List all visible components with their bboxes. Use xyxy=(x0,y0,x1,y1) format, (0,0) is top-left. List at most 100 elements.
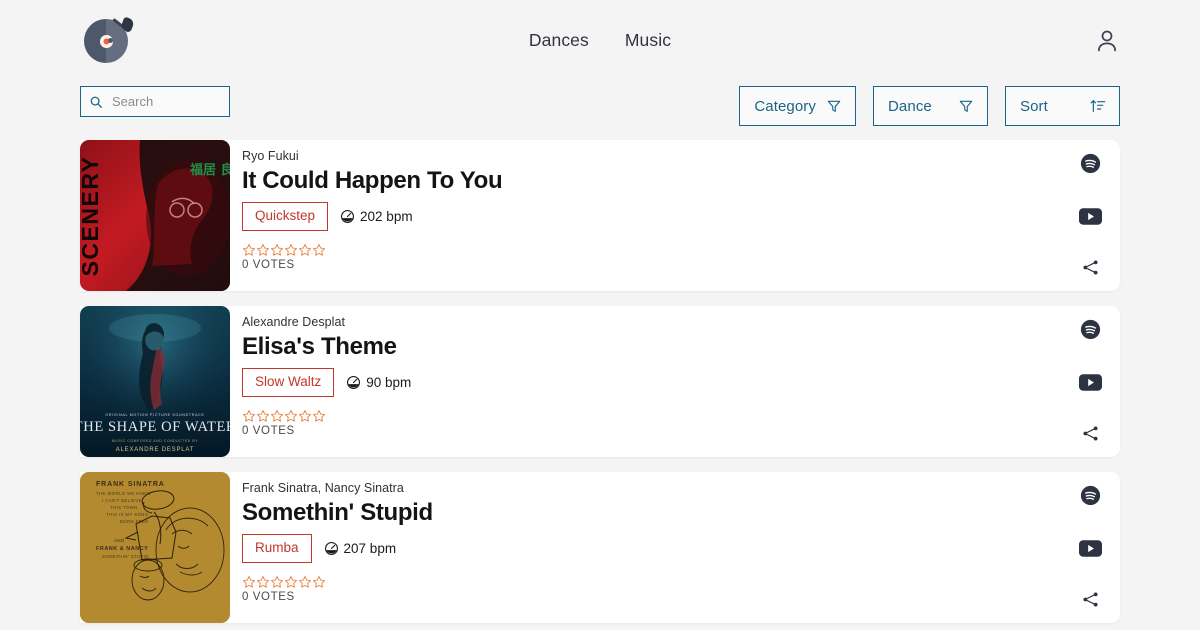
search-input[interactable] xyxy=(112,94,221,109)
song-list: SCENERY 福居 良 Ryo Fukui It Could Happen T… xyxy=(0,140,1200,623)
dance-tag[interactable]: Rumba xyxy=(242,534,312,563)
search-icon xyxy=(90,96,102,108)
song-info: Alexandre Desplat Elisa's Theme Slow Wal… xyxy=(230,306,1120,457)
bpm-value: 207 bpm xyxy=(343,540,397,556)
star-icon[interactable] xyxy=(242,409,256,423)
song-info: Frank Sinatra, Nancy Sinatra Somethin' S… xyxy=(230,472,1120,623)
metronome-icon xyxy=(347,375,361,389)
youtube-icon[interactable] xyxy=(1078,539,1102,557)
sort-ascending-icon xyxy=(1090,99,1106,112)
share-icon[interactable] xyxy=(1081,590,1100,609)
song-card: SCENERY 福居 良 Ryo Fukui It Could Happen T… xyxy=(80,140,1120,291)
song-card: ORIGINAL MOTION PICTURE SOUNDTRACK THE S… xyxy=(80,306,1120,457)
star-icon[interactable] xyxy=(298,409,312,423)
song-meta: Quickstep 202 bpm xyxy=(242,202,1120,231)
song-actions xyxy=(1070,306,1110,457)
sort-label: Sort xyxy=(1020,97,1048,115)
album-art-shape-of-water[interactable]: ORIGINAL MOTION PICTURE SOUNDTRACK THE S… xyxy=(80,306,230,457)
bpm-info: 207 bpm xyxy=(324,540,397,556)
svg-text:ORIGINAL MOTION PICTURE SOUNDT: ORIGINAL MOTION PICTURE SOUNDTRACK xyxy=(105,413,204,417)
star-icon[interactable] xyxy=(284,575,298,589)
song-title[interactable]: It Could Happen To You xyxy=(242,166,1120,196)
album-art-scenery[interactable]: SCENERY 福居 良 xyxy=(80,140,230,291)
category-filter-button[interactable]: Category xyxy=(739,86,856,126)
vinyl-record-logo[interactable] xyxy=(84,16,136,66)
svg-text:THIS TOWN: THIS TOWN xyxy=(110,505,138,510)
artist-name: Frank Sinatra, Nancy Sinatra xyxy=(242,481,404,495)
svg-text:ALEXANDRE DESPLAT: ALEXANDRE DESPLAT xyxy=(116,447,195,453)
song-meta: Rumba 207 bpm xyxy=(242,534,1120,563)
nav-link-dances[interactable]: Dances xyxy=(527,26,591,55)
svg-text:SCENERY: SCENERY xyxy=(80,156,103,277)
vote-count: 0 VOTES xyxy=(242,258,295,271)
vote-count: 0 VOTES xyxy=(242,590,295,603)
star-icon[interactable] xyxy=(270,409,284,423)
album-art-frank-sinatra[interactable]: FRANK SINATRA THE WORLD WE KNEW I CAN'T … xyxy=(80,472,230,623)
category-filter-label: Category xyxy=(754,97,816,115)
star-rating[interactable] xyxy=(242,409,1120,423)
filter-funnel-icon xyxy=(827,100,841,112)
svg-text:FRANK SINATRA: FRANK SINATRA xyxy=(96,481,165,488)
star-icon[interactable] xyxy=(298,575,312,589)
vote-count: 0 VOTES xyxy=(242,424,295,437)
svg-text:AND: AND xyxy=(114,538,125,543)
filter-funnel-icon xyxy=(959,100,973,112)
sort-button[interactable]: Sort xyxy=(1005,86,1120,126)
person-icon[interactable] xyxy=(1092,26,1122,56)
star-icon[interactable] xyxy=(256,243,270,257)
svg-text:THE SHAPE OF WATER: THE SHAPE OF WATER xyxy=(80,419,230,435)
bpm-value: 202 bpm xyxy=(360,208,413,224)
svg-text:I CAN'T BELIEVE: I CAN'T BELIEVE xyxy=(102,498,142,503)
star-icon[interactable] xyxy=(284,243,298,257)
share-icon[interactable] xyxy=(1081,424,1100,443)
svg-text:THIS IS MY SONG: THIS IS MY SONG xyxy=(106,512,149,517)
song-actions xyxy=(1070,472,1110,623)
artist-name: Alexandre Desplat xyxy=(242,315,345,329)
bpm-info: 90 bpm xyxy=(346,375,411,390)
star-icon[interactable] xyxy=(312,575,326,589)
bpm-info: 202 bpm xyxy=(340,209,413,224)
share-icon[interactable] xyxy=(1081,258,1100,277)
song-card: FRANK SINATRA THE WORLD WE KNEW I CAN'T … xyxy=(80,472,1120,623)
star-rating[interactable] xyxy=(242,243,1120,257)
star-icon[interactable] xyxy=(312,409,326,423)
song-title[interactable]: Somethin' Stupid xyxy=(242,498,1120,528)
song-actions xyxy=(1070,140,1110,291)
metronome-icon xyxy=(324,541,338,555)
star-icon[interactable] xyxy=(298,243,312,257)
song-title[interactable]: Elisa's Theme xyxy=(242,332,1120,362)
spotify-icon[interactable] xyxy=(1080,485,1101,506)
song-meta: Slow Waltz 90 bpm xyxy=(242,368,1120,397)
svg-text:福居 良: 福居 良 xyxy=(189,162,230,178)
main-navigation: Dances Music xyxy=(527,26,673,55)
site-header: Dances Music xyxy=(0,0,1200,80)
star-icon[interactable] xyxy=(256,409,270,423)
spotify-icon[interactable] xyxy=(1080,319,1101,340)
star-icon[interactable] xyxy=(284,409,298,423)
svg-text:MUSIC COMPOSED AND CONDUCTED B: MUSIC COMPOSED AND CONDUCTED BY xyxy=(112,439,198,443)
star-icon[interactable] xyxy=(242,243,256,257)
dance-filter-label: Dance xyxy=(888,97,932,115)
dance-tag[interactable]: Slow Waltz xyxy=(242,368,335,397)
tonearm-icon xyxy=(107,16,135,50)
filter-bar: Category Dance Sort xyxy=(0,80,1200,140)
star-icon[interactable] xyxy=(270,243,284,257)
dance-filter-button[interactable]: Dance xyxy=(873,86,988,126)
metronome-icon xyxy=(341,209,355,223)
dance-tag[interactable]: Quickstep xyxy=(242,202,329,231)
star-icon[interactable] xyxy=(312,243,326,257)
artist-name: Ryo Fukui xyxy=(242,149,299,163)
song-info: Ryo Fukui It Could Happen To You Quickst… xyxy=(230,140,1120,291)
nav-link-music[interactable]: Music xyxy=(623,26,673,55)
star-icon[interactable] xyxy=(256,575,270,589)
bpm-value: 90 bpm xyxy=(366,374,412,390)
filter-button-group: Category Dance Sort xyxy=(739,86,1120,126)
star-rating[interactable] xyxy=(242,575,1120,589)
svg-text:THE WORLD WE KNEW: THE WORLD WE KNEW xyxy=(96,491,151,496)
youtube-icon[interactable] xyxy=(1078,373,1102,391)
star-icon[interactable] xyxy=(242,575,256,589)
youtube-icon[interactable] xyxy=(1078,207,1102,225)
star-icon[interactable] xyxy=(270,575,284,589)
search-box[interactable] xyxy=(80,86,230,117)
spotify-icon[interactable] xyxy=(1080,153,1101,174)
